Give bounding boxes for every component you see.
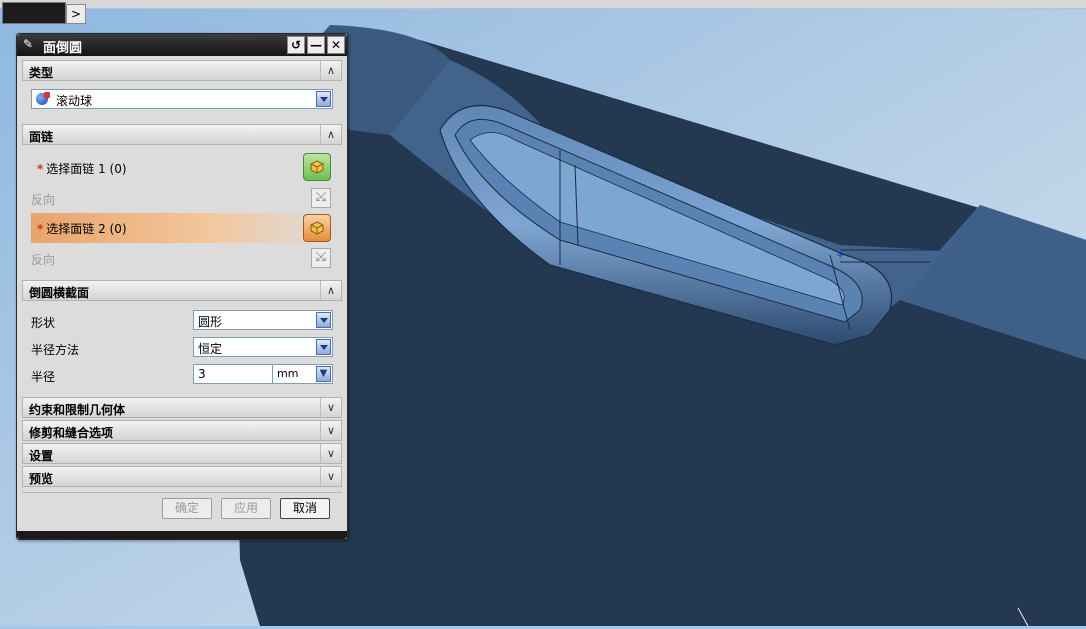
arrow-down-icon[interactable]: ▼ [316,366,331,382]
select-face-chain-2-label: 选择面链 2 (0) [46,222,127,236]
section-header-constraints[interactable]: 约束和限制几何体 ∨ [22,397,342,418]
dialog-title: 面倒圆 [43,41,83,56]
section-label: 预览 [29,472,54,486]
chevron-down-icon[interactable]: ∨ [320,398,341,417]
shape-combo[interactable]: 圆形 [193,310,333,330]
section-label: 面链 [29,130,54,144]
chevron-down-icon[interactable]: ∨ [320,467,341,486]
radius-unit-combo[interactable]: mm ▼ [272,364,333,384]
reverse-direction-1-icon[interactable]: ⤩ [311,188,331,208]
svg-text:+: + [836,250,844,261]
face-blend-dialog: ✎ 面倒圆 ↺ — ✕ 类型 ∧ 滚动球 面链 ∧ * 选择面链 1 (0) 反向… [16,33,348,540]
section-header-settings[interactable]: 设置 ∨ [22,443,342,464]
radius-unit: mm [277,367,299,380]
cube-icon [310,221,324,235]
dialog-footer-bar [17,531,347,539]
close-icon[interactable]: ✕ [327,36,345,54]
select-face-chain-2-row[interactable]: * 选择面链 2 (0) [37,220,127,237]
minimize-icon[interactable]: — [307,36,325,54]
chevron-down-icon[interactable]: ∨ [320,444,341,463]
radius-method-combo[interactable]: 恒定 [193,337,333,357]
required-star-icon: * [37,162,44,176]
rolling-ball-mark-icon [44,92,50,98]
radius-label: 半径 [31,370,56,384]
svg-text:·: · [966,248,969,259]
divider [22,492,342,493]
section-header-trim-options[interactable]: 修剪和缝合选项 ∨ [22,420,342,441]
section-header-cross-section[interactable]: 倒圆横截面 ∧ [22,280,342,301]
apply-button[interactable]: 应用 [221,498,271,519]
reset-icon[interactable]: ↺ [287,36,305,54]
section-label: 约束和限制几何体 [29,403,126,417]
cube-icon [310,160,324,174]
chevron-down-icon[interactable] [316,312,331,328]
required-star-icon: * [37,222,44,236]
top-toolbar-strip [0,0,1086,9]
section-label: 倒圆横截面 [29,286,90,300]
select-face-2-button[interactable] [303,214,331,242]
chevron-up-icon[interactable]: ∧ [320,61,341,80]
chevron-down-icon[interactable] [316,91,331,107]
select-face-chain-1-label: 选择面链 1 (0) [46,162,127,176]
radius-method-value: 恒定 [198,342,223,356]
expand-arrow-button[interactable]: > [66,4,86,24]
radius-value: 3 [198,367,206,381]
section-header-preview[interactable]: 预览 ∨ [22,466,342,487]
section-label: 修剪和缝合选项 [29,426,114,440]
dialog-titlebar[interactable]: ✎ 面倒圆 ↺ — ✕ [17,34,347,56]
reverse-direction-2-icon[interactable]: ⤩ [311,248,331,268]
ok-button[interactable]: 确定 [162,498,212,519]
radius-input[interactable]: 3 [193,364,273,384]
select-face-chain-1-row[interactable]: * 选择面链 1 (0) [37,160,127,177]
section-label: 设置 [29,449,54,463]
chevron-down-icon[interactable] [316,339,331,355]
shape-label: 形状 [31,316,56,330]
type-combo-value: 滚动球 [56,94,93,108]
section-header-type[interactable]: 类型 ∧ [22,60,342,81]
cancel-button[interactable]: 取消 [280,498,330,519]
chevron-down-icon[interactable]: ∨ [320,421,341,440]
section-label: 类型 [29,66,54,80]
reverse-1-label: 反向 [31,193,56,207]
type-combo[interactable]: 滚动球 [31,89,333,109]
reverse-2-label: 反向 [31,253,56,267]
chevron-up-icon[interactable]: ∧ [320,125,341,144]
section-header-face-chain[interactable]: 面链 ∧ [22,124,342,145]
radius-method-label: 半径方法 [31,343,80,357]
toolbar-dark-field[interactable] [2,2,66,24]
chevron-up-icon[interactable]: ∧ [320,281,341,300]
pin-icon[interactable]: ✎ [21,37,35,51]
shape-combo-value: 圆形 [198,315,223,329]
select-face-1-button[interactable] [303,153,331,181]
